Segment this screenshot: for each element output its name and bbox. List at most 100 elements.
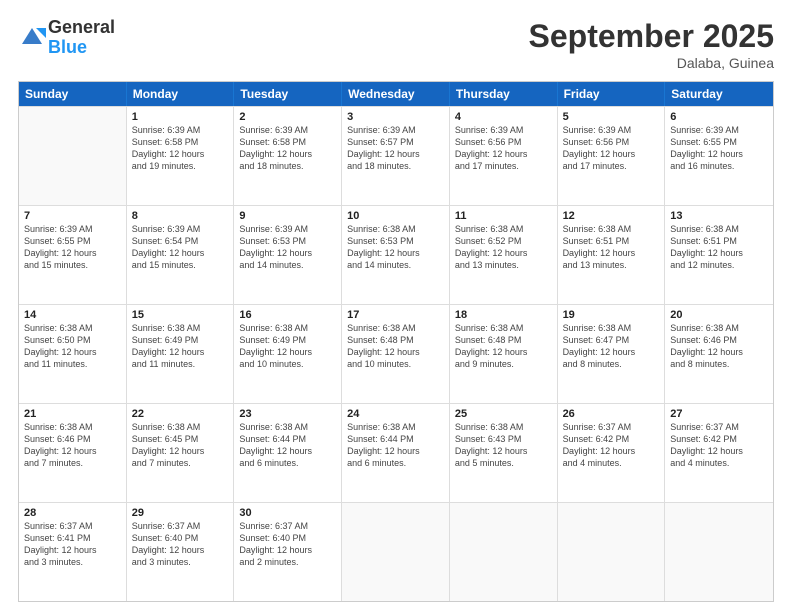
weekday-header-thursday: Thursday (450, 82, 558, 106)
day-number: 20 (670, 309, 768, 321)
day-number: 17 (347, 309, 444, 321)
calendar-body: 1Sunrise: 6:39 AMSunset: 6:58 PMDaylight… (19, 106, 773, 601)
sun-info: Sunrise: 6:38 AMSunset: 6:47 PMDaylight:… (563, 322, 660, 371)
calendar-cell: 16Sunrise: 6:38 AMSunset: 6:49 PMDayligh… (234, 305, 342, 403)
calendar-cell: 13Sunrise: 6:38 AMSunset: 6:51 PMDayligh… (665, 206, 773, 304)
sun-info: Sunrise: 6:38 AMSunset: 6:51 PMDaylight:… (670, 223, 768, 272)
sun-info: Sunrise: 6:39 AMSunset: 6:56 PMDaylight:… (455, 124, 552, 173)
day-number: 7 (24, 210, 121, 222)
calendar: SundayMondayTuesdayWednesdayThursdayFrid… (18, 81, 774, 602)
day-number: 2 (239, 111, 336, 123)
day-number: 27 (670, 408, 768, 420)
calendar-row-1: 1Sunrise: 6:39 AMSunset: 6:58 PMDaylight… (19, 106, 773, 205)
calendar-cell: 6Sunrise: 6:39 AMSunset: 6:55 PMDaylight… (665, 107, 773, 205)
calendar-cell: 12Sunrise: 6:38 AMSunset: 6:51 PMDayligh… (558, 206, 666, 304)
day-number: 13 (670, 210, 768, 222)
sun-info: Sunrise: 6:38 AMSunset: 6:48 PMDaylight:… (347, 322, 444, 371)
calendar-cell: 4Sunrise: 6:39 AMSunset: 6:56 PMDaylight… (450, 107, 558, 205)
calendar-header: SundayMondayTuesdayWednesdayThursdayFrid… (19, 82, 773, 106)
month-title: September 2025 (529, 18, 774, 55)
sun-info: Sunrise: 6:38 AMSunset: 6:49 PMDaylight:… (132, 322, 229, 371)
calendar-cell: 26Sunrise: 6:37 AMSunset: 6:42 PMDayligh… (558, 404, 666, 502)
day-number: 9 (239, 210, 336, 222)
day-number: 11 (455, 210, 552, 222)
weekday-header-wednesday: Wednesday (342, 82, 450, 106)
calendar-cell: 19Sunrise: 6:38 AMSunset: 6:47 PMDayligh… (558, 305, 666, 403)
sun-info: Sunrise: 6:38 AMSunset: 6:48 PMDaylight:… (455, 322, 552, 371)
calendar-cell (450, 503, 558, 601)
calendar-cell: 17Sunrise: 6:38 AMSunset: 6:48 PMDayligh… (342, 305, 450, 403)
calendar-page: General Blue September 2025 Dalaba, Guin… (0, 0, 792, 612)
calendar-cell: 5Sunrise: 6:39 AMSunset: 6:56 PMDaylight… (558, 107, 666, 205)
day-number: 12 (563, 210, 660, 222)
day-number: 18 (455, 309, 552, 321)
day-number: 15 (132, 309, 229, 321)
sun-info: Sunrise: 6:39 AMSunset: 6:54 PMDaylight:… (132, 223, 229, 272)
sun-info: Sunrise: 6:38 AMSunset: 6:50 PMDaylight:… (24, 322, 121, 371)
day-number: 25 (455, 408, 552, 420)
day-number: 30 (239, 507, 336, 519)
sun-info: Sunrise: 6:38 AMSunset: 6:44 PMDaylight:… (347, 421, 444, 470)
calendar-row-2: 7Sunrise: 6:39 AMSunset: 6:55 PMDaylight… (19, 205, 773, 304)
day-number: 29 (132, 507, 229, 519)
calendar-cell (665, 503, 773, 601)
calendar-cell: 18Sunrise: 6:38 AMSunset: 6:48 PMDayligh… (450, 305, 558, 403)
sun-info: Sunrise: 6:39 AMSunset: 6:57 PMDaylight:… (347, 124, 444, 173)
day-number: 10 (347, 210, 444, 222)
sun-info: Sunrise: 6:38 AMSunset: 6:45 PMDaylight:… (132, 421, 229, 470)
sun-info: Sunrise: 6:38 AMSunset: 6:46 PMDaylight:… (670, 322, 768, 371)
sun-info: Sunrise: 6:38 AMSunset: 6:44 PMDaylight:… (239, 421, 336, 470)
sun-info: Sunrise: 6:37 AMSunset: 6:41 PMDaylight:… (24, 520, 121, 569)
calendar-cell: 29Sunrise: 6:37 AMSunset: 6:40 PMDayligh… (127, 503, 235, 601)
day-number: 5 (563, 111, 660, 123)
weekday-header-monday: Monday (127, 82, 235, 106)
calendar-cell: 14Sunrise: 6:38 AMSunset: 6:50 PMDayligh… (19, 305, 127, 403)
calendar-cell (342, 503, 450, 601)
calendar-cell: 3Sunrise: 6:39 AMSunset: 6:57 PMDaylight… (342, 107, 450, 205)
day-number: 8 (132, 210, 229, 222)
calendar-cell: 20Sunrise: 6:38 AMSunset: 6:46 PMDayligh… (665, 305, 773, 403)
weekday-header-saturday: Saturday (665, 82, 773, 106)
weekday-header-tuesday: Tuesday (234, 82, 342, 106)
sun-info: Sunrise: 6:38 AMSunset: 6:53 PMDaylight:… (347, 223, 444, 272)
logo-text: General Blue (48, 18, 115, 58)
calendar-cell: 30Sunrise: 6:37 AMSunset: 6:40 PMDayligh… (234, 503, 342, 601)
calendar-cell: 28Sunrise: 6:37 AMSunset: 6:41 PMDayligh… (19, 503, 127, 601)
sun-info: Sunrise: 6:39 AMSunset: 6:53 PMDaylight:… (239, 223, 336, 272)
calendar-cell: 24Sunrise: 6:38 AMSunset: 6:44 PMDayligh… (342, 404, 450, 502)
day-number: 24 (347, 408, 444, 420)
sun-info: Sunrise: 6:39 AMSunset: 6:58 PMDaylight:… (239, 124, 336, 173)
calendar-cell: 25Sunrise: 6:38 AMSunset: 6:43 PMDayligh… (450, 404, 558, 502)
calendar-cell: 9Sunrise: 6:39 AMSunset: 6:53 PMDaylight… (234, 206, 342, 304)
day-number: 19 (563, 309, 660, 321)
sun-info: Sunrise: 6:38 AMSunset: 6:51 PMDaylight:… (563, 223, 660, 272)
calendar-cell: 2Sunrise: 6:39 AMSunset: 6:58 PMDaylight… (234, 107, 342, 205)
day-number: 21 (24, 408, 121, 420)
sun-info: Sunrise: 6:38 AMSunset: 6:52 PMDaylight:… (455, 223, 552, 272)
day-number: 4 (455, 111, 552, 123)
day-number: 26 (563, 408, 660, 420)
sun-info: Sunrise: 6:37 AMSunset: 6:40 PMDaylight:… (239, 520, 336, 569)
calendar-cell: 1Sunrise: 6:39 AMSunset: 6:58 PMDaylight… (127, 107, 235, 205)
header: General Blue September 2025 Dalaba, Guin… (18, 18, 774, 71)
sun-info: Sunrise: 6:37 AMSunset: 6:42 PMDaylight:… (563, 421, 660, 470)
day-number: 14 (24, 309, 121, 321)
calendar-cell: 15Sunrise: 6:38 AMSunset: 6:49 PMDayligh… (127, 305, 235, 403)
day-number: 22 (132, 408, 229, 420)
logo-blue-text: Blue (48, 38, 115, 58)
logo-icon (18, 24, 46, 52)
calendar-cell: 11Sunrise: 6:38 AMSunset: 6:52 PMDayligh… (450, 206, 558, 304)
sun-info: Sunrise: 6:38 AMSunset: 6:43 PMDaylight:… (455, 421, 552, 470)
sun-info: Sunrise: 6:37 AMSunset: 6:42 PMDaylight:… (670, 421, 768, 470)
sun-info: Sunrise: 6:37 AMSunset: 6:40 PMDaylight:… (132, 520, 229, 569)
sun-info: Sunrise: 6:38 AMSunset: 6:49 PMDaylight:… (239, 322, 336, 371)
weekday-header-sunday: Sunday (19, 82, 127, 106)
day-number: 6 (670, 111, 768, 123)
calendar-cell: 21Sunrise: 6:38 AMSunset: 6:46 PMDayligh… (19, 404, 127, 502)
sun-info: Sunrise: 6:39 AMSunset: 6:56 PMDaylight:… (563, 124, 660, 173)
day-number: 28 (24, 507, 121, 519)
day-number: 16 (239, 309, 336, 321)
calendar-cell (558, 503, 666, 601)
location: Dalaba, Guinea (529, 55, 774, 71)
calendar-cell: 27Sunrise: 6:37 AMSunset: 6:42 PMDayligh… (665, 404, 773, 502)
